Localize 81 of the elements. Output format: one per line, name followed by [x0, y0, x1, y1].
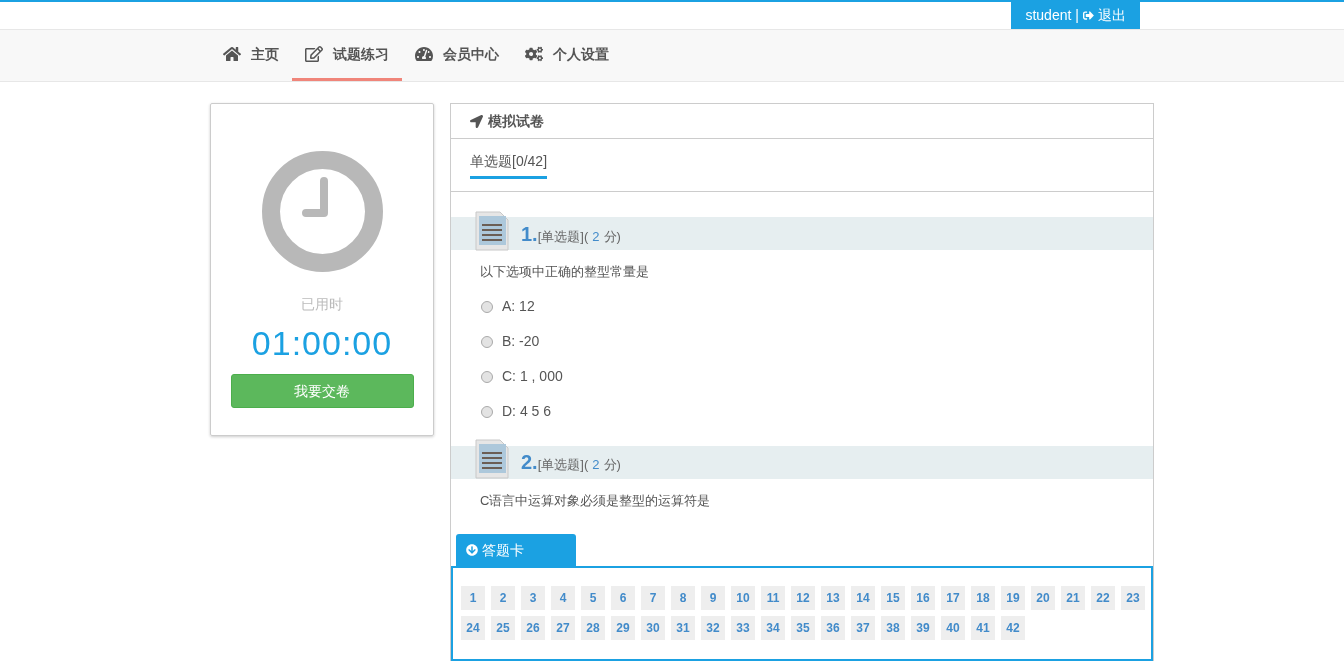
gauge-icon	[415, 45, 433, 63]
nav-tab[interactable]: 试题练习	[292, 30, 402, 81]
score-bracket: (	[583, 456, 589, 474]
edit-icon	[305, 45, 323, 63]
arrow-down-icon	[466, 544, 478, 556]
question-number-button[interactable]: 42	[1001, 616, 1025, 640]
house-icon	[223, 45, 241, 63]
question-number-button[interactable]: 4	[551, 586, 575, 610]
question-number-button[interactable]: 15	[881, 586, 905, 610]
question-number-button[interactable]: 10	[731, 586, 755, 610]
radio-button[interactable]	[481, 405, 493, 418]
question-number-button[interactable]: 40	[941, 616, 965, 640]
question-number-button[interactable]: 32	[701, 616, 725, 640]
question-number-button[interactable]: 8	[671, 586, 695, 610]
question-type: [单选题]	[537, 228, 584, 246]
gears-icon	[525, 45, 543, 63]
question-number-button[interactable]: 22	[1091, 586, 1115, 610]
submit-button[interactable]: 我要交卷	[230, 374, 414, 408]
question-number: 1.	[521, 221, 538, 247]
question-number-button[interactable]: 13	[821, 586, 845, 610]
question-type: [单选题]	[537, 457, 584, 474]
question-number: 2.	[521, 450, 538, 475]
logout-icon	[1083, 10, 1094, 21]
question-number-button[interactable]: 12	[791, 586, 815, 610]
radio-button[interactable]	[481, 370, 493, 383]
question-number-button[interactable]: 31	[671, 616, 695, 640]
question-number-button[interactable]: 7	[641, 586, 665, 610]
question-number-button[interactable]: 21	[1061, 586, 1085, 610]
nav-tab[interactable]: 主页	[210, 30, 292, 81]
answer-option[interactable]: A: 12	[481, 296, 1153, 317]
question-number-button[interactable]: 11	[761, 586, 785, 610]
user-logout-button[interactable]: student | 退出	[1011, 2, 1140, 29]
question-number-button[interactable]: 39	[911, 616, 935, 640]
score-unit: 分)	[603, 227, 621, 246]
question-number-button[interactable]: 16	[911, 586, 935, 610]
score-unit: 分)	[603, 456, 621, 474]
panel-title: 模拟试卷	[488, 111, 544, 131]
question-text: C语言中运算对象必须是整型的运算符是	[480, 491, 712, 510]
question-number-button[interactable]: 3	[521, 586, 545, 610]
question-number-button[interactable]: 35	[791, 616, 815, 640]
elapsed-label: 已用时	[301, 295, 343, 314]
clock-icon	[261, 151, 383, 272]
answer-card-tab[interactable]: 答题卡	[456, 534, 576, 566]
question-number-button[interactable]: 18	[971, 586, 995, 610]
question-number-button[interactable]: 14	[851, 586, 875, 610]
question-text: 以下选项中正确的整型常量是	[480, 263, 650, 281]
nav-tab[interactable]: 会员中心	[402, 30, 512, 81]
question-number-button[interactable]: 6	[611, 586, 635, 610]
score-bracket: (	[583, 227, 589, 246]
question-score: 2	[592, 456, 600, 474]
question-number-button[interactable]: 27	[551, 616, 575, 640]
answer-option[interactable]: D: 4 5 6	[481, 401, 1153, 422]
nav-tab[interactable]: 个人设置	[512, 30, 622, 81]
question-number-button[interactable]: 23	[1121, 586, 1145, 610]
question-number-button[interactable]: 17	[941, 586, 965, 610]
question-number-button[interactable]: 20	[1031, 586, 1055, 610]
question-number-button[interactable]: 33	[731, 616, 755, 640]
question-number-button[interactable]: 25	[491, 616, 515, 640]
question-score: 2	[592, 227, 600, 246]
question-number-button[interactable]: 26	[521, 616, 545, 640]
answer-option[interactable]: C: 1 , 000	[481, 366, 1153, 387]
radio-button[interactable]	[481, 335, 493, 348]
question-number-button[interactable]: 9	[701, 586, 725, 610]
question-number-button[interactable]: 24	[461, 616, 485, 640]
question-number-button[interactable]: 2	[491, 586, 515, 610]
question-number-button[interactable]: 28	[581, 616, 605, 640]
question-number-button[interactable]: 30	[641, 616, 665, 640]
question-number-button[interactable]: 5	[581, 586, 605, 610]
question-number-button[interactable]: 1	[461, 586, 485, 610]
question-number-button[interactable]: 19	[1001, 586, 1025, 610]
elapsed-time: 01:00:00	[251, 323, 393, 363]
paper-plane-icon	[470, 114, 483, 128]
question-type-tab[interactable]: 单选题[0/42]	[470, 151, 548, 180]
radio-button[interactable]	[481, 300, 493, 313]
question-number-button[interactable]: 37	[851, 616, 875, 640]
question-number-button[interactable]: 36	[821, 616, 845, 640]
question-number-button[interactable]: 34	[761, 616, 785, 640]
question-number-button[interactable]: 41	[971, 616, 995, 640]
answer-option[interactable]: B: -20	[481, 331, 1153, 352]
question-number-button[interactable]: 29	[611, 616, 635, 640]
question-number-button[interactable]: 38	[881, 616, 905, 640]
